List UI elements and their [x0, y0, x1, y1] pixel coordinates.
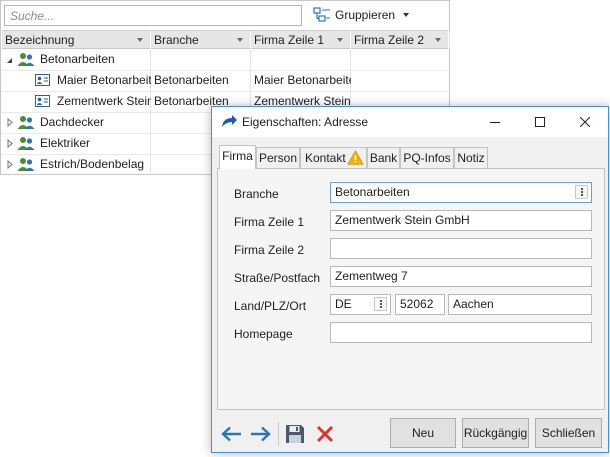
grid-header: Bezeichnung Branche Firma Zeile 1 Firma …	[2, 30, 450, 49]
tab-bank[interactable]: Bank	[367, 147, 400, 168]
chevron-down-icon	[403, 13, 410, 17]
group-row-betonarbeiten[interactable]: Betonarbeiten	[2, 49, 450, 70]
cell-bezeichnung: Zementwerk Stein...	[57, 94, 151, 108]
column-header-firma-zeile-2[interactable]: Firma Zeile 2	[351, 31, 449, 49]
strasse-postfach-field[interactable]: Zementweg 7	[330, 266, 592, 287]
close-window-button[interactable]	[562, 107, 607, 137]
group-by-icon	[313, 7, 331, 23]
undo-button[interactable]: Rückgängig	[462, 418, 529, 448]
group-icon	[17, 157, 35, 172]
ort-value: Aachen	[453, 297, 494, 311]
delete-button[interactable]	[312, 422, 338, 446]
save-button[interactable]	[282, 422, 308, 446]
tab-kontakt[interactable]: Kontakt	[300, 147, 367, 168]
sort-arrow-icon	[137, 38, 143, 42]
back-arrow-icon	[220, 426, 242, 442]
group-icon	[17, 52, 35, 67]
group-label: Estrich/Bodenbelag	[40, 157, 145, 171]
new-button[interactable]: Neu	[390, 418, 456, 448]
column-header-label: Bezeichnung	[5, 33, 75, 47]
forward-button[interactable]	[248, 422, 274, 446]
column-header-label: Firma Zeile 2	[354, 33, 425, 47]
collapsed-arrow-icon[interactable]	[7, 160, 13, 169]
group-button[interactable]: Gruppieren	[310, 4, 410, 26]
warning-icon	[347, 150, 364, 165]
branche-value: Betonarbeiten	[335, 185, 410, 199]
tab-label: Person	[258, 151, 298, 165]
homepage-field[interactable]	[330, 322, 592, 343]
search-input[interactable]: Suche...	[4, 5, 302, 26]
maximize-button[interactable]	[517, 107, 562, 137]
group-icon	[17, 136, 35, 151]
tab-strip: Firma Person Kontakt Bank PQ-Infos Notiz	[217, 145, 605, 169]
undo-button-label: Rückgängig	[463, 426, 528, 440]
tab-person[interactable]: Person	[256, 147, 300, 168]
group-icon	[17, 115, 35, 130]
cell-branche: Betonarbeiten	[154, 73, 229, 87]
sort-arrow-icon	[237, 38, 243, 42]
maximize-icon	[534, 117, 545, 127]
column-header-firma-zeile-1[interactable]: Firma Zeile 1	[251, 31, 351, 49]
more-options-icon[interactable]	[374, 297, 387, 311]
close-icon	[579, 117, 590, 127]
tab-firma[interactable]: Firma	[219, 145, 256, 169]
sort-arrow-icon	[435, 38, 441, 42]
plz-field[interactable]: 52062	[395, 294, 445, 315]
back-button[interactable]	[218, 422, 244, 446]
properties-dialog: Eigenschaften: Adresse Firma Person Kont…	[211, 106, 609, 453]
column-header-label: Branche	[154, 33, 199, 47]
table-row[interactable]: Maier Betonarbeit... Betonarbeiten Maier…	[2, 70, 450, 91]
minimize-button[interactable]	[472, 107, 517, 137]
dialog-title: Eigenschaften: Adresse	[242, 115, 369, 129]
plz-value: 52062	[400, 297, 434, 311]
sort-arrow-icon	[337, 38, 343, 42]
collapsed-arrow-icon[interactable]	[7, 139, 13, 148]
close-button-label: Schließen	[541, 426, 596, 440]
tab-notiz[interactable]: Notiz	[454, 147, 488, 168]
tab-label: Bank	[369, 151, 398, 165]
group-label: Elektriker	[40, 136, 91, 150]
firma-zeile-2-field[interactable]	[330, 238, 592, 259]
delete-icon	[316, 425, 334, 443]
toolbar-separator	[278, 422, 279, 446]
contact-card-icon	[35, 95, 50, 107]
group-label: Betonarbeiten	[40, 52, 115, 66]
firma-zeile-1-value: Zementwerk Stein GmbH	[335, 213, 470, 227]
tab-label: Firma	[222, 149, 253, 163]
group-button-label: Gruppieren	[335, 8, 396, 22]
tab-panel-firma: Branche Betonarbeiten Firma Zeile 1 Zeme…	[217, 168, 605, 410]
column-header-label: Firma Zeile 1	[254, 33, 325, 47]
tab-pq-infos[interactable]: PQ-Infos	[400, 147, 454, 168]
new-button-label: Neu	[411, 426, 434, 440]
label-land-plz-ort: Land/PLZ/Ort	[234, 299, 307, 313]
land-value: DE	[335, 297, 352, 311]
firma-zeile-1-field[interactable]: Zementwerk Stein GmbH	[330, 210, 592, 231]
label-strasse-postfach: Straße/Postfach	[234, 271, 321, 285]
label-branche: Branche	[234, 187, 279, 201]
column-header-branche[interactable]: Branche	[151, 31, 251, 49]
title-bar[interactable]: Eigenschaften: Adresse	[212, 107, 608, 137]
close-button[interactable]: Schließen	[535, 418, 602, 448]
cell-bezeichnung: Maier Betonarbeit...	[57, 73, 151, 87]
more-options-icon[interactable]	[575, 185, 588, 199]
expanded-arrow-icon[interactable]	[6, 57, 13, 64]
ort-field[interactable]: Aachen	[448, 294, 592, 315]
forward-arrow-icon	[250, 426, 272, 442]
cell-firma-zeile-1: Maier Betonarbeite...	[254, 73, 351, 87]
label-firma-zeile-2: Firma Zeile 2	[234, 243, 305, 257]
label-firma-zeile-1: Firma Zeile 1	[234, 215, 305, 229]
save-icon	[285, 424, 305, 444]
tab-label: PQ-Infos	[403, 151, 451, 165]
minimize-icon	[489, 117, 500, 127]
tab-label: Kontakt	[305, 151, 346, 165]
group-label: Dachdecker	[40, 115, 105, 129]
label-homepage: Homepage	[234, 327, 293, 341]
strasse-value: Zementweg 7	[335, 269, 408, 283]
branche-field[interactable]: Betonarbeiten	[330, 182, 592, 203]
tab-label: Notiz	[457, 151, 485, 165]
collapsed-arrow-icon[interactable]	[7, 118, 13, 127]
dialog-app-icon	[220, 114, 238, 130]
column-header-bezeichnung[interactable]: Bezeichnung	[2, 31, 151, 49]
contact-card-icon	[35, 74, 50, 86]
